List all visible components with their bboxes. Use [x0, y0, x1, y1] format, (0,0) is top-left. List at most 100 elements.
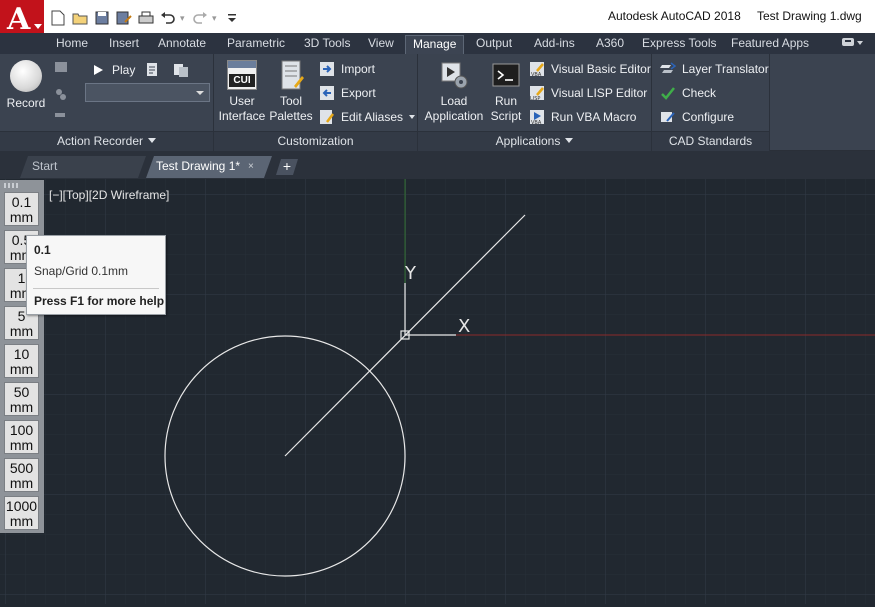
- tab-home[interactable]: Home: [49, 35, 95, 54]
- customize-icon[interactable]: [222, 9, 242, 27]
- tool-palettes-icon: [276, 60, 306, 90]
- open-icon[interactable]: [70, 9, 90, 27]
- action-recorder-panel-title[interactable]: Action Recorder: [0, 131, 213, 151]
- cad-standards-panel-title: CAD Standards: [652, 131, 769, 151]
- layer-translator-icon: [660, 62, 676, 73]
- insert-message-icon[interactable]: [53, 109, 69, 119]
- record-label: Record: [6, 96, 46, 110]
- tooltip-divider: [33, 288, 159, 289]
- action-recorder-panel: Record Play Action Recorder: [0, 54, 214, 151]
- application-title: Autodesk AutoCAD 2018: [608, 9, 741, 23]
- layer-translator-button[interactable]: Layer Translator: [660, 59, 769, 79]
- tooltip-description: Snap/Grid 0.1mm: [34, 264, 129, 278]
- snap-10mm-button[interactable]: 10 mm: [4, 344, 39, 378]
- run-vba-macro-icon: VBA: [530, 110, 544, 125]
- configure-button[interactable]: Configure: [660, 107, 734, 127]
- export-icon: [320, 86, 334, 100]
- close-icon[interactable]: ×: [248, 161, 254, 172]
- tooltip-title: 0.1: [34, 243, 51, 257]
- snap-500mm-button[interactable]: 500 mm: [4, 458, 39, 492]
- play-label: Play: [112, 63, 136, 77]
- svg-text:LISP: LISP: [530, 96, 540, 101]
- edit-aliases-button[interactable]: Edit Aliases: [319, 107, 416, 127]
- tab-featured-apps[interactable]: Featured Apps: [724, 35, 816, 54]
- ribbon: Record Play Action Recorder CUI User Int…: [0, 54, 875, 151]
- vba-editor-icon: VBA: [530, 62, 544, 77]
- cui-icon: CUI: [227, 60, 257, 90]
- plot-icon[interactable]: [136, 9, 156, 27]
- tab-express-tools[interactable]: Express Tools: [635, 35, 723, 54]
- snap-tooltip: 0.1 Snap/Grid 0.1mm Press F1 for more he…: [26, 235, 166, 315]
- import-icon: [320, 62, 334, 76]
- chevron-down-icon: [148, 138, 157, 143]
- snap-100mm-button[interactable]: 100 mm: [4, 420, 39, 454]
- chevron-down-icon: [409, 115, 416, 119]
- toolbar-grip-handle[interactable]: [4, 183, 18, 188]
- save-icon[interactable]: [92, 9, 112, 27]
- redo-dropdown-icon[interactable]: ▾: [212, 13, 220, 24]
- check-icon: [661, 87, 675, 100]
- snap-50mm-button[interactable]: 50 mm: [4, 382, 39, 416]
- ucs-y-label: Y: [405, 263, 416, 284]
- request-input-icon[interactable]: [53, 86, 69, 102]
- snap-1000mm-button[interactable]: 1000 mm: [4, 496, 39, 530]
- user-interface-button[interactable]: CUI User Interface: [216, 60, 268, 124]
- visual-lisp-editor-button[interactable]: LISP Visual LISP Editor: [529, 83, 647, 103]
- play-button[interactable]: Play: [90, 60, 135, 80]
- run-script-button[interactable]: Run Script: [488, 60, 524, 124]
- edit-aliases-icon: [320, 110, 334, 124]
- chevron-down-icon: [196, 91, 204, 95]
- tab-view[interactable]: View: [361, 35, 401, 54]
- import-button[interactable]: Import: [319, 59, 375, 79]
- snap-0-1mm-button[interactable]: 0.1 mm: [4, 192, 39, 226]
- tool-palettes-button[interactable]: Tool Palettes: [268, 60, 314, 124]
- record-button[interactable]: Record: [4, 60, 48, 111]
- redo-icon[interactable]: [190, 9, 210, 27]
- tooltip-help-text: Press F1 for more help: [34, 294, 165, 308]
- record-icon: [10, 60, 42, 92]
- save-as-icon[interactable]: [114, 9, 134, 27]
- tab-parametric[interactable]: Parametric: [220, 35, 292, 54]
- applications-panel: Load Application Run Script VBA Visual B…: [418, 54, 652, 151]
- svg-text:VBA: VBA: [531, 72, 542, 77]
- load-application-icon: [439, 60, 469, 90]
- customization-panel: CUI User Interface Tool Palettes Import …: [214, 54, 418, 151]
- tab-output[interactable]: Output: [469, 35, 519, 54]
- viewport-controls[interactable]: [−][Top][2D Wireframe]: [49, 188, 169, 202]
- chevron-down-icon: [34, 24, 42, 29]
- run-vba-macro-button[interactable]: VBA Run VBA Macro: [529, 107, 636, 127]
- lisp-editor-icon: LISP: [530, 86, 544, 101]
- tab-a360[interactable]: A360: [589, 35, 631, 54]
- check-button[interactable]: Check: [660, 83, 716, 103]
- tab-3d-tools[interactable]: 3D Tools: [297, 35, 357, 54]
- tab-insert[interactable]: Insert: [102, 35, 146, 54]
- new-tab-button[interactable]: +: [276, 159, 298, 175]
- tab-add-ins[interactable]: Add-ins: [527, 35, 582, 54]
- export-button[interactable]: Export: [319, 83, 376, 103]
- tab-annotate[interactable]: Annotate: [151, 35, 213, 54]
- action-tree-icon[interactable]: [53, 60, 69, 76]
- document-title: Test Drawing 1.dwg: [757, 9, 862, 23]
- customization-panel-title: Customization: [214, 131, 417, 151]
- undo-dropdown-icon[interactable]: ▾: [180, 13, 188, 24]
- visual-basic-editor-button[interactable]: VBA Visual Basic Editor: [529, 59, 651, 79]
- preference-icon[interactable]: [145, 62, 161, 78]
- quick-access-toolbar: ▾ ▾: [48, 8, 242, 28]
- autocad-logo-icon: A: [7, 2, 31, 37]
- chevron-down-icon: [565, 138, 574, 143]
- configure-icon: [661, 112, 675, 122]
- undo-icon[interactable]: [158, 9, 178, 27]
- applications-panel-title[interactable]: Applications: [418, 131, 651, 151]
- ucs-x-label: X: [458, 316, 471, 337]
- macro-list-dropdown[interactable]: [85, 83, 210, 102]
- run-script-icon: [491, 60, 521, 90]
- new-icon[interactable]: [48, 9, 68, 27]
- tab-manage[interactable]: Manage: [405, 35, 465, 54]
- file-tab-start[interactable]: Start: [20, 156, 146, 178]
- manage-macros-icon[interactable]: [173, 62, 189, 78]
- ribbon-tab-bar: Home Insert Annotate Parametric 3D Tools…: [0, 33, 875, 54]
- ribbon-minimize-toggle[interactable]: [841, 37, 865, 49]
- file-tab-bar: Start Test Drawing 1* × +: [0, 151, 875, 179]
- load-application-button[interactable]: Load Application: [421, 60, 487, 124]
- cad-standards-panel: Layer Translator Check Configure CAD Sta…: [652, 54, 770, 151]
